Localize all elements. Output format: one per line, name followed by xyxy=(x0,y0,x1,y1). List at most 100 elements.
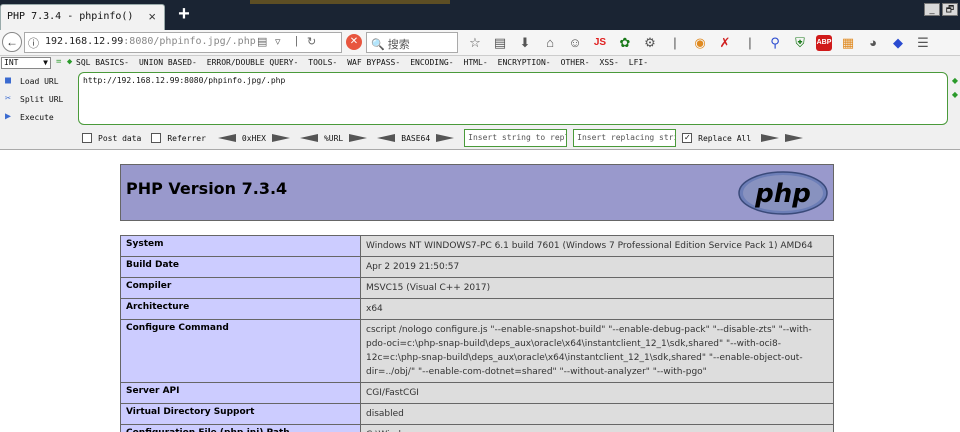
tab-close-icon[interactable]: × xyxy=(148,9,156,24)
dropdown-icon[interactable]: ▿ xyxy=(275,35,281,48)
info-icon[interactable]: ⓘ xyxy=(28,35,39,51)
menu-error-double-query[interactable]: ERROR/DOUBLE QUERY- xyxy=(207,58,299,67)
row-key: System xyxy=(120,235,361,257)
search-placeholder: 搜索 xyxy=(387,39,410,51)
addon-icon[interactable]: ✿ xyxy=(616,34,634,52)
execute-button[interactable]: ▶ Execute xyxy=(2,108,63,126)
base64-decode-arrow-icon[interactable] xyxy=(377,134,396,142)
page-title: PHP Version 7.3.4 xyxy=(126,179,288,198)
menu-encoding[interactable]: ENCODING- xyxy=(410,58,453,67)
hackbar-panel: ■ Load URL ✂ Split URL ▶ Execute http://192… xyxy=(0,70,960,150)
stop-icon[interactable]: ✕ xyxy=(346,34,362,50)
menu-sql-basics[interactable]: SQL BASICS- xyxy=(76,58,129,67)
reload-icon[interactable]: ↻ xyxy=(307,35,316,48)
zoom-icon[interactable]: ⚲ xyxy=(766,34,784,52)
replace-all-checkbox[interactable]: ✓ xyxy=(682,133,693,143)
search-input[interactable]: 🔍 搜索 xyxy=(366,32,458,53)
referrer-checkbox[interactable] xyxy=(151,133,162,143)
download-icon[interactable]: ⬇ xyxy=(516,34,534,52)
table-row: Compiler MSVC15 (Visual C++ 2017) xyxy=(120,277,834,299)
table-row: Configure Command cscript /nologo configu… xyxy=(120,319,834,383)
table-row: Virtual Directory Support disabled xyxy=(120,403,834,425)
diamond-icon[interactable]: ◆ xyxy=(889,34,907,52)
row-value: x64 xyxy=(360,298,834,320)
split-url-label: Split URL xyxy=(20,94,64,104)
hackbar-actions: ■ Load URL ✂ Split URL ▶ Execute xyxy=(2,72,63,126)
post-data-checkbox[interactable] xyxy=(82,133,92,143)
menu-waf-bypass[interactable]: WAF BYPASS- xyxy=(347,58,400,67)
menu-html[interactable]: HTML- xyxy=(464,58,488,67)
insert-string-input[interactable]: Insert string to repl xyxy=(464,129,568,147)
hackbar-toggle-icon[interactable]: = ◆ xyxy=(56,57,72,67)
nav-bar: ← ⓘ 192.168.12.99:8080/phpinfo.jpg/.php … xyxy=(0,30,960,56)
reading-list-icon[interactable]: ▤ xyxy=(491,34,509,52)
hex-encode-arrow-icon[interactable] xyxy=(271,134,290,142)
referrer-label: Referrer xyxy=(167,133,206,143)
page-action-icon[interactable]: ▤ xyxy=(257,35,267,48)
hackbar-select[interactable]: INT ▼ xyxy=(1,57,51,69)
globe-icon[interactable]: ◕ xyxy=(864,34,882,52)
browser-tab[interactable]: PHP 7.3.4 - phpinfo() × xyxy=(0,4,165,30)
separator-icon-2: | xyxy=(748,35,752,50)
bookmark-star-icon[interactable]: ☆ xyxy=(466,34,484,52)
hackbar-url-textarea[interactable]: http://192.168.12.99:8080/phpinfo.jpg/.p… xyxy=(78,72,948,125)
replace-all-label: Replace All xyxy=(698,133,752,143)
title-bar-glow xyxy=(250,0,450,4)
shield-icon[interactable]: ◉ xyxy=(691,34,709,52)
menu-other[interactable]: OTHER- xyxy=(561,58,590,67)
menu-lfi[interactable]: LFI- xyxy=(629,58,648,67)
hex-label: 0xHEX xyxy=(241,133,266,143)
js-icon[interactable]: JS xyxy=(591,34,609,52)
menu-union-based[interactable]: UNION BASED- xyxy=(139,58,197,67)
menu-xss[interactable]: XSS- xyxy=(600,58,619,67)
home-icon[interactable]: ⌂ xyxy=(541,34,559,52)
url-decode-arrow-icon[interactable] xyxy=(299,134,318,142)
row-key: Build Date xyxy=(120,256,361,278)
base64-encode-arrow-icon[interactable] xyxy=(436,134,455,142)
extension-icon[interactable]: ▦ xyxy=(839,34,857,52)
row-key: Architecture xyxy=(120,298,361,320)
new-tab-button[interactable]: + xyxy=(170,4,198,26)
hackbar-menu-items: SQL BASICS- UNION BASED- ERROR/DOUBLE QU… xyxy=(76,58,648,67)
hackbar-edge-icons: ◆ ◆ xyxy=(951,76,958,99)
execute-label: Execute xyxy=(20,112,54,122)
menu-encryption[interactable]: ENCRYPTION- xyxy=(498,58,551,67)
adblock-icon[interactable]: ABP xyxy=(816,35,832,51)
sync-icon[interactable]: ☺ xyxy=(566,34,584,52)
chevron-down-icon: ▼ xyxy=(43,58,48,67)
hackbar-menu: INT ▼ = ◆ SQL BASICS- UNION BASED- ERROR/… xyxy=(0,56,960,70)
settings-icon[interactable]: ⚙ xyxy=(641,34,659,52)
restore-button[interactable]: 🗗 xyxy=(942,3,958,16)
base64-label: BASE64 xyxy=(401,133,431,143)
hackbar-options: Post data Referrer 0xHEX %URL BASE64 Ins… xyxy=(82,129,804,147)
insert-replacing-input[interactable]: Insert replacing stri xyxy=(573,129,677,147)
minimize-button[interactable]: _ xyxy=(924,3,940,16)
table-row: System Windows NT WINDOWS7-PC 6.1 build 7… xyxy=(120,235,834,257)
row-value: cscript /nologo configure.js "--enable-s… xyxy=(360,319,834,383)
back-button[interactable]: ← xyxy=(2,32,22,52)
hex-decode-arrow-icon[interactable] xyxy=(217,134,236,142)
title-bar: PHP 7.3.4 - phpinfo() × + _ 🗗 xyxy=(0,0,960,30)
toolbar-icons: ☆ ▤ ⬇ ⌂ ☺ JS ✿ ⚙ | ◉ ✗ | ⚲ ⛨ ABP ▦ ◕ ◆ ☰ xyxy=(466,33,932,53)
replace-all-arrow-icon[interactable] xyxy=(785,134,804,142)
url-bar[interactable]: ⓘ 192.168.12.99:8080/phpinfo.jpg/.php ▤ … xyxy=(24,32,342,53)
ublock-icon[interactable]: ⛨ xyxy=(791,34,809,52)
row-value: CGI/FastCGI xyxy=(360,382,834,404)
tab-title: PHP 7.3.4 - phpinfo() xyxy=(7,11,134,22)
row-value: MSVC15 (Visual C++ 2017) xyxy=(360,277,834,299)
noscript-icon[interactable]: ✗ xyxy=(716,34,734,52)
url-path: :8080/phpinfo.jpg/.php xyxy=(123,36,256,47)
table-row: Server API CGI/FastCGI xyxy=(120,382,834,404)
post-data-label: Post data xyxy=(98,133,142,143)
url-text: 192.168.12.99:8080/phpinfo.jpg/.php xyxy=(45,36,256,47)
menu-icon[interactable]: ☰ xyxy=(914,34,932,52)
table-row: Configuration File (php.ini) PathC:\Wind… xyxy=(120,424,834,432)
table-row: Architecture x64 xyxy=(120,298,834,320)
split-url-button[interactable]: ✂ Split URL xyxy=(2,90,63,108)
url-encode-arrow-icon[interactable] xyxy=(349,134,368,142)
replace-arrow-icon[interactable] xyxy=(761,134,780,142)
url-host: 192.168.12.99 xyxy=(45,36,124,47)
row-key: Server API xyxy=(120,382,361,404)
load-url-button[interactable]: ■ Load URL xyxy=(2,72,63,90)
menu-tools[interactable]: TOOLS- xyxy=(308,58,337,67)
